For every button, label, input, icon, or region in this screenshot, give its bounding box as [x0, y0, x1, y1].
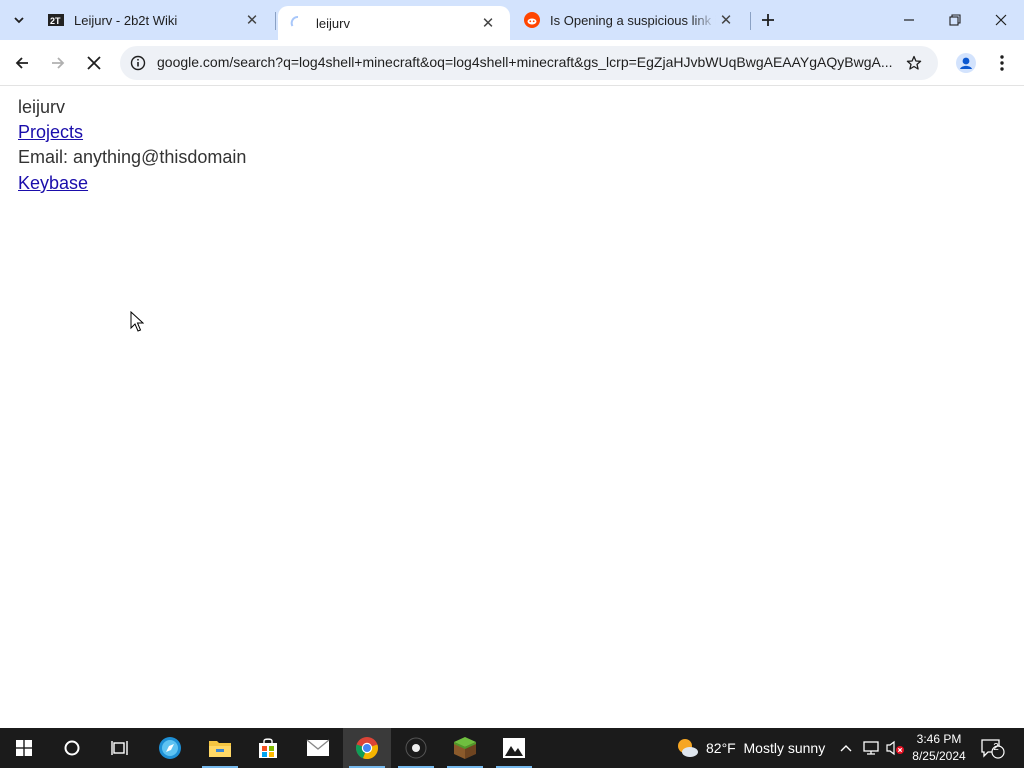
profile-button[interactable]: [951, 48, 981, 78]
browser-toolbar: google.com/search?q=log4shell+minecraft&…: [0, 40, 1024, 86]
mail-envelope-icon: [306, 739, 330, 756]
minimize-icon: [904, 19, 914, 21]
svg-text:2T: 2T: [50, 16, 61, 26]
restore-button[interactable]: [932, 0, 978, 40]
taskbar-app-chrome[interactable]: [343, 728, 391, 768]
close-window-button[interactable]: [978, 0, 1024, 40]
weather-text[interactable]: 82°F Mostly sunny: [706, 740, 825, 756]
taskbar-app-browser[interactable]: [146, 728, 194, 768]
task-view-icon: [111, 741, 128, 755]
menu-button[interactable]: [987, 48, 1017, 78]
reddit-icon: [524, 12, 540, 28]
tab-strip: 2T Leijurv - 2b2t Wiki ✕ leijurv ✕ Is Op…: [0, 0, 1024, 40]
taskbar-app-mail[interactable]: [294, 728, 342, 768]
site-info-icon[interactable]: [129, 54, 147, 72]
taskbar-app-minecraft[interactable]: [441, 728, 489, 768]
site-name: leijurv: [18, 97, 66, 117]
url-text[interactable]: google.com/search?q=log4shell+minecraft&…: [157, 54, 892, 70]
close-icon: [995, 14, 1007, 26]
tab-search-button[interactable]: [8, 9, 30, 31]
tab-title: leijurv: [316, 15, 350, 31]
tab-title: Is Opening a suspicious link in a: [550, 12, 716, 28]
kebab-menu-icon: [1000, 55, 1004, 71]
chevron-down-icon: [14, 17, 24, 24]
chevron-up-icon: [840, 745, 852, 752]
stop-icon: [87, 56, 101, 70]
weather-widget[interactable]: [672, 728, 702, 768]
show-hidden-icons-button[interactable]: [836, 728, 856, 768]
2b2t-wiki-icon: 2T: [48, 12, 64, 28]
action-center-button[interactable]: 2: [978, 728, 1008, 768]
restore-icon: [949, 14, 961, 26]
tab-reddit-suspicious-link[interactable]: Is Opening a suspicious link in a ✕: [512, 0, 748, 40]
weather-description: Mostly sunny: [743, 740, 826, 756]
email-text: Email: anything@thisdomain: [18, 147, 247, 167]
windows-taskbar: 82°F Mostly sunny 3:46 PM 8/25/2024 2: [0, 728, 1024, 768]
volume-muted-icon: [886, 740, 904, 756]
minimize-button[interactable]: [886, 0, 932, 40]
forward-button[interactable]: [43, 48, 73, 78]
clock-date: 8/25/2024: [912, 749, 966, 763]
close-tab-icon[interactable]: ✕: [478, 13, 498, 33]
taskbar-app-photos[interactable]: [490, 728, 538, 768]
system-clock[interactable]: 3:46 PM 8/25/2024: [908, 731, 970, 765]
bookmark-star-icon[interactable]: [904, 53, 924, 73]
loading-spinner-icon: [290, 15, 306, 31]
tab-separator: [750, 12, 751, 30]
partly-sunny-icon: [678, 739, 698, 757]
clock-time: 3:46 PM: [916, 732, 962, 746]
tab-leijurv-active[interactable]: leijurv ✕: [278, 6, 510, 40]
back-arrow-icon: [15, 57, 28, 69]
network-icon: [863, 741, 879, 755]
stop-loading-button[interactable]: [79, 48, 109, 78]
network-status-button[interactable]: [860, 728, 882, 768]
tab-separator: [275, 12, 276, 30]
keybase-link[interactable]: Keybase: [18, 173, 88, 193]
close-tab-icon[interactable]: ✕: [242, 10, 262, 30]
projects-line: Projects: [18, 122, 83, 143]
profile-avatar-icon: [956, 53, 976, 73]
page-content: leijurv Projects Email: anything@thisdom…: [0, 87, 1024, 728]
weather-temperature: 82°F: [706, 740, 736, 756]
close-tab-icon[interactable]: ✕: [716, 10, 736, 30]
notification-count: 2: [993, 742, 999, 753]
address-bar[interactable]: google.com/search?q=log4shell+minecraft&…: [120, 46, 938, 80]
task-view-button[interactable]: [96, 728, 144, 768]
windows-logo-icon: [16, 740, 32, 756]
search-button[interactable]: [48, 728, 96, 768]
cortana-circle-icon: [64, 740, 80, 756]
chrome-icon: [356, 737, 378, 760]
mouse-cursor-icon: [130, 311, 144, 332]
keybase-line: Keybase: [18, 173, 88, 194]
plus-icon: [762, 14, 774, 26]
volume-button[interactable]: [884, 728, 906, 768]
compass-browser-icon: [159, 737, 181, 759]
projects-link[interactable]: Projects: [18, 122, 83, 142]
new-tab-button[interactable]: [757, 9, 779, 31]
start-button[interactable]: [0, 728, 48, 768]
taskbar-app-file-explorer[interactable]: [196, 728, 244, 768]
tab-leijurv-2b2t-wiki[interactable]: 2T Leijurv - 2b2t Wiki ✕: [36, 0, 274, 40]
store-bag-icon: [259, 738, 277, 758]
folder-icon: [209, 741, 231, 757]
back-button[interactable]: [7, 48, 37, 78]
obs-recorder-icon: [405, 737, 427, 759]
forward-arrow-icon: [52, 57, 65, 69]
photos-icon: [503, 738, 525, 758]
minecraft-grass-block-icon: [454, 737, 476, 759]
taskbar-app-obs[interactable]: [392, 728, 440, 768]
taskbar-app-store[interactable]: [244, 728, 292, 768]
tab-title: Leijurv - 2b2t Wiki: [74, 12, 178, 28]
